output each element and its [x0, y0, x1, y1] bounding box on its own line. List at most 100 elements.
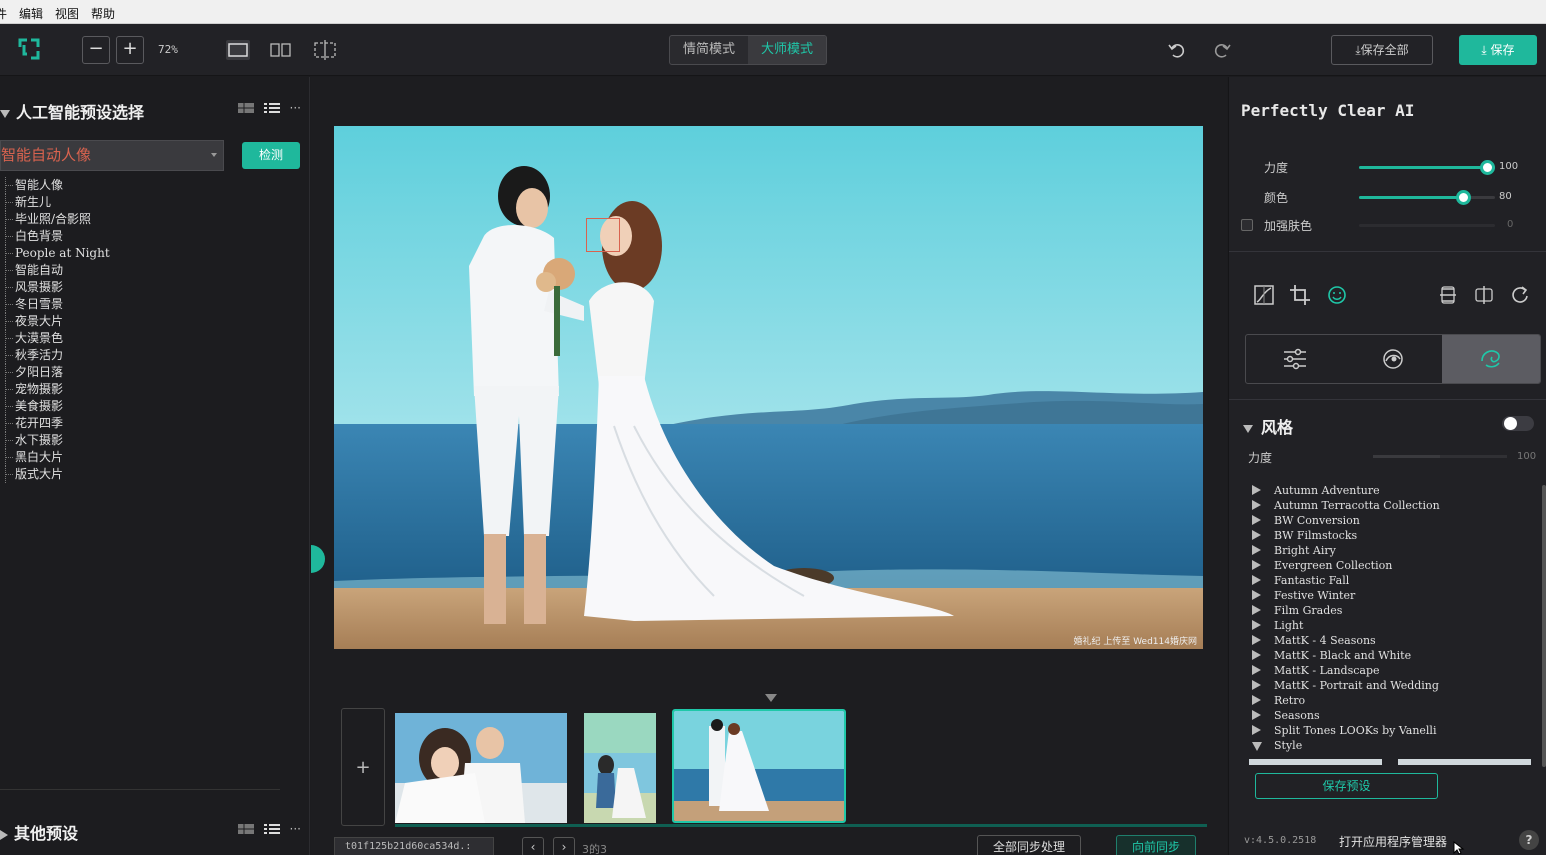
grid-view-icon[interactable]	[237, 102, 254, 114]
sync-all-button[interactable]: 全部同步处理	[977, 835, 1081, 855]
preset-item[interactable]: 版式大片	[0, 466, 300, 483]
preset-item[interactable]: 夕阳日落	[0, 364, 300, 381]
preset-select[interactable]: 智能自动人像	[0, 140, 224, 171]
curves-icon[interactable]	[1253, 284, 1275, 306]
style-toggle[interactable]	[1502, 416, 1534, 431]
compare-view-icon[interactable]	[268, 39, 294, 61]
simple-mode-tab[interactable]: 情简模式	[670, 36, 748, 64]
style-category-item[interactable]: BW Filmstocks	[1251, 528, 1535, 543]
preset-item[interactable]: 夜景大片	[0, 313, 300, 330]
panel-toggle-handle[interactable]	[311, 545, 325, 573]
color-slider[interactable]: 颜色 80	[1229, 187, 1546, 207]
flip-horizontal-icon[interactable]	[1473, 284, 1495, 306]
sync-forward-button[interactable]: 向前同步	[1116, 835, 1196, 855]
more-icon[interactable]: ···	[290, 822, 301, 836]
filmstrip-scrollbar[interactable]	[395, 824, 1207, 827]
help-icon[interactable]: ?	[1519, 830, 1539, 850]
zoom-in-button[interactable]: +	[116, 36, 144, 64]
flip-vertical-icon[interactable]	[1437, 284, 1459, 306]
prev-image-button[interactable]: ‹	[522, 837, 544, 855]
rotate-icon[interactable]	[1509, 284, 1531, 306]
preset-item[interactable]: 毕业照/合影照	[0, 211, 300, 228]
style-list-scrollbar[interactable]	[1542, 485, 1546, 767]
crop-icon[interactable]	[1289, 284, 1311, 306]
preset-item[interactable]: 白色背景	[0, 228, 300, 245]
redo-icon[interactable]	[1212, 40, 1232, 60]
tab-style-active[interactable]	[1442, 335, 1540, 383]
style-category-item[interactable]: Light	[1251, 618, 1535, 633]
style-category-item[interactable]: MattK - Landscape	[1251, 663, 1535, 678]
style-category-item[interactable]: Evergreen Collection	[1251, 558, 1535, 573]
style-category-item[interactable]: Fantastic Fall	[1251, 573, 1535, 588]
preset-item[interactable]: 美食摄影	[0, 398, 300, 415]
style-category-item[interactable]: Film Grades	[1251, 603, 1535, 618]
strength-slider[interactable]: 力度 100	[1229, 157, 1546, 177]
thumbnail-2[interactable]	[584, 713, 656, 823]
zoom-out-button[interactable]: −	[82, 36, 110, 64]
preset-item[interactable]: People at Night	[0, 245, 300, 262]
single-view-icon[interactable]	[225, 39, 251, 61]
thumbnail-3-selected[interactable]	[672, 709, 846, 823]
detect-button[interactable]: 检测	[242, 142, 300, 169]
save-preset-button[interactable]: 保存预设	[1255, 773, 1438, 799]
style-category-item[interactable]: MattK - Black and White	[1251, 648, 1535, 663]
more-icon[interactable]: ···	[290, 101, 301, 115]
slider-knob[interactable]	[1456, 190, 1471, 205]
open-app-manager-link[interactable]: 打开应用程序管理器	[1339, 833, 1447, 850]
style-category-item[interactable]: Autumn Terracotta Collection	[1251, 498, 1535, 513]
style-category-item[interactable]: Bright Airy	[1251, 543, 1535, 558]
preset-item[interactable]: 大漠景色	[0, 330, 300, 347]
menu-edit[interactable]: 编辑	[19, 5, 43, 22]
add-image-button[interactable]: +	[341, 708, 385, 826]
menu-help[interactable]: 帮助	[91, 5, 115, 22]
slider-track[interactable]	[1359, 190, 1495, 205]
next-image-button[interactable]: ›	[553, 837, 575, 855]
style-category-item[interactable]: Seasons	[1251, 708, 1535, 723]
version-label: v:4.5.0.2518	[1244, 835, 1317, 846]
file-name-select[interactable]: t01f125b21d60ca534d.:	[334, 837, 494, 855]
list-view-icon[interactable]	[263, 102, 280, 114]
preset-item[interactable]: 黑白大片	[0, 449, 300, 466]
save-all-button[interactable]: ⤓保存全部	[1331, 35, 1433, 65]
preset-item[interactable]: 水下摄影	[0, 432, 300, 449]
enhance-skin-checkbox[interactable]	[1241, 219, 1253, 231]
preset-item[interactable]: 风景摄影	[0, 279, 300, 296]
preset-item[interactable]: 秋季活力	[0, 347, 300, 364]
grid-view-icon[interactable]	[237, 823, 254, 835]
filmstrip-collapse-icon[interactable]	[765, 694, 777, 702]
thumbnail-1[interactable]	[395, 713, 567, 823]
slider-track[interactable]	[1359, 160, 1495, 175]
master-mode-tab[interactable]: 大师模式	[748, 36, 826, 64]
style-category-item[interactable]: Festive Winter	[1251, 588, 1535, 603]
preset-item[interactable]: 花开四季	[0, 415, 300, 432]
style-category-item[interactable]: Autumn Adventure	[1251, 483, 1535, 498]
slider-knob[interactable]	[1480, 160, 1495, 175]
list-view-icon[interactable]	[263, 823, 280, 835]
preset-item[interactable]: 智能人像	[0, 177, 300, 194]
menu-file[interactable]: 件	[0, 5, 7, 22]
split-view-icon[interactable]	[312, 39, 338, 61]
menu-view[interactable]: 视图	[55, 5, 79, 22]
style-preview-thumb[interactable]	[1249, 759, 1382, 765]
face-smile-icon[interactable]	[1326, 284, 1348, 306]
preset-item[interactable]: 智能自动	[0, 262, 300, 279]
save-button[interactable]: ⤓ 保存	[1459, 35, 1537, 65]
style-category-item[interactable]: MattK - Portrait and Wedding	[1251, 678, 1535, 693]
style-preview-thumb[interactable]	[1398, 759, 1531, 765]
style-category-item[interactable]: Style	[1251, 738, 1535, 753]
ai-preset-header[interactable]: 人工智能预设选择	[0, 99, 144, 123]
preset-item[interactable]: 冬日雪景	[0, 296, 300, 313]
style-section-header[interactable]: 风格	[1243, 414, 1293, 438]
main-photo[interactable]: 婚礼纪 上传至 Wed114婚庆网	[334, 126, 1203, 649]
style-strength-slider[interactable]	[1373, 455, 1507, 458]
style-category-item[interactable]: MattK - 4 Seasons	[1251, 633, 1535, 648]
preset-item[interactable]: 新生儿	[0, 194, 300, 211]
undo-icon[interactable]	[1167, 40, 1187, 60]
other-preset-header[interactable]: 其他预设	[0, 820, 78, 844]
tab-eye[interactable]	[1344, 335, 1442, 383]
style-category-item[interactable]: Split Tones LOOKs by Vanelli	[1251, 723, 1535, 738]
preset-item[interactable]: 宠物摄影	[0, 381, 300, 398]
style-category-item[interactable]: Retro	[1251, 693, 1535, 708]
tab-sliders[interactable]	[1246, 335, 1344, 383]
style-category-item[interactable]: BW Conversion	[1251, 513, 1535, 528]
